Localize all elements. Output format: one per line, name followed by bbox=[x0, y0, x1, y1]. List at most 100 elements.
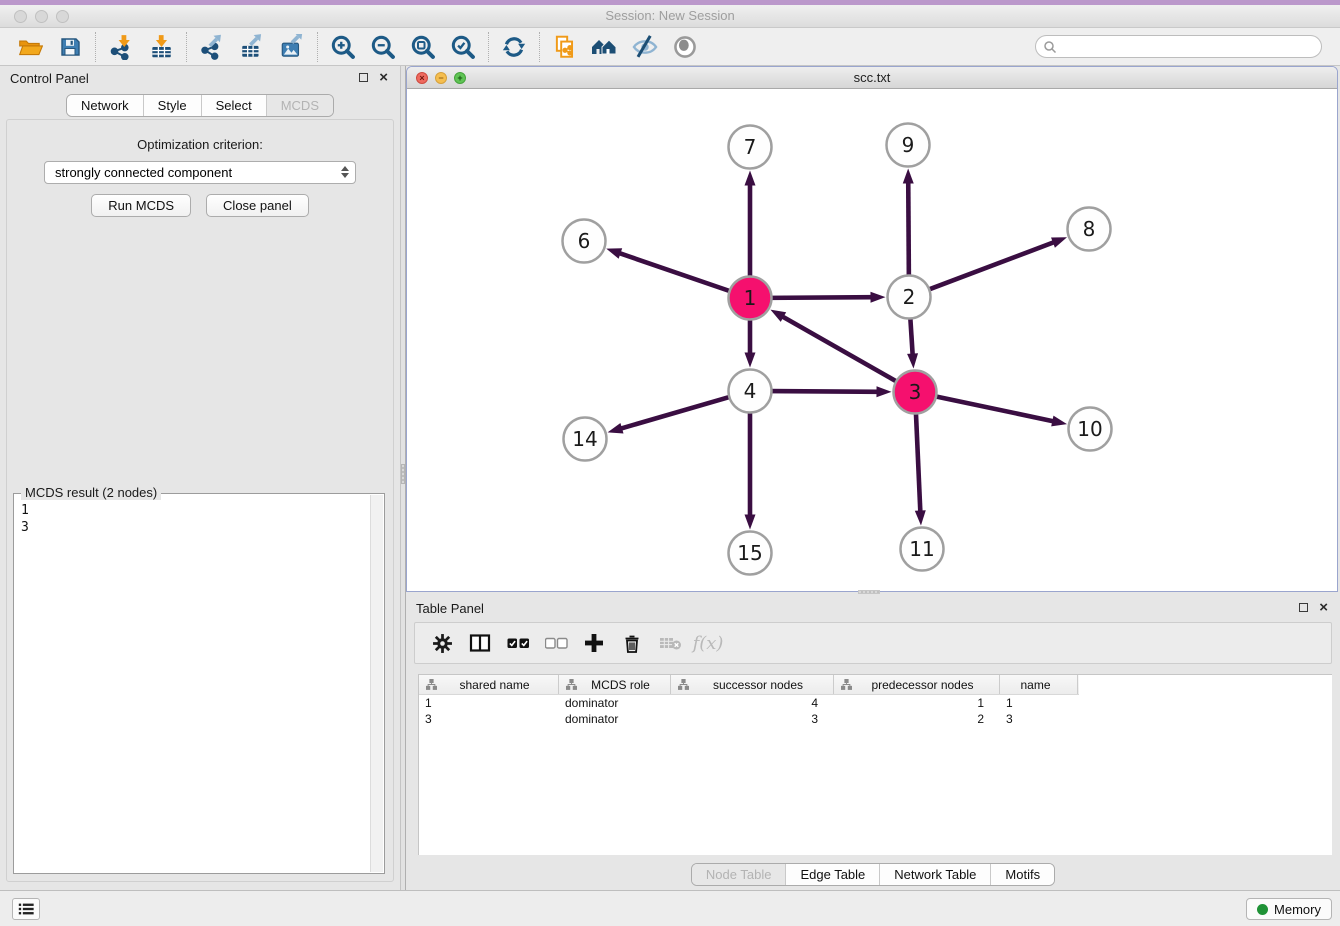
graph-edge-4-14[interactable] bbox=[608, 396, 733, 433]
graph-node-7[interactable]: 7 bbox=[729, 126, 772, 169]
column-header-shared-name[interactable]: shared name bbox=[419, 675, 559, 694]
minimize-network-button[interactable]: − bbox=[435, 72, 447, 84]
close-network-button[interactable]: × bbox=[416, 72, 428, 84]
graph-edge-4-15[interactable] bbox=[745, 410, 756, 530]
graph-node-11[interactable]: 11 bbox=[901, 528, 944, 571]
create-column-button[interactable] bbox=[575, 625, 613, 661]
table-cell[interactable]: 1 bbox=[419, 696, 559, 710]
hide-selected-button[interactable] bbox=[625, 30, 665, 64]
table-cell[interactable]: 3 bbox=[1000, 712, 1078, 726]
column-header-successor-nodes[interactable]: successor nodes bbox=[671, 675, 834, 694]
graph-edge-1-4[interactable] bbox=[745, 317, 756, 368]
table-cell[interactable]: dominator bbox=[559, 696, 671, 710]
close-table-panel-icon[interactable]: × bbox=[1319, 602, 1328, 613]
tab-network[interactable]: Network bbox=[67, 95, 143, 116]
tab-style[interactable]: Style bbox=[143, 95, 201, 116]
import-network-button[interactable] bbox=[101, 30, 141, 64]
show-panels-button[interactable] bbox=[12, 898, 40, 920]
show-column-button[interactable] bbox=[461, 625, 499, 661]
graph-node-3[interactable]: 3 bbox=[894, 371, 937, 414]
first-neighbors-button[interactable] bbox=[585, 30, 625, 64]
select-all-columns-button[interactable] bbox=[499, 625, 537, 661]
table-cell[interactable]: 3 bbox=[419, 712, 559, 726]
table-cell[interactable]: dominator bbox=[559, 712, 671, 726]
export-network-button[interactable] bbox=[192, 30, 232, 64]
graph-edge-3-10[interactable] bbox=[933, 396, 1067, 427]
open-session-button[interactable] bbox=[10, 30, 50, 64]
graph-edge-2-3[interactable] bbox=[907, 315, 918, 368]
minimize-window-button[interactable] bbox=[35, 10, 48, 23]
float-panel-icon[interactable] bbox=[359, 73, 368, 82]
function-builder-button[interactable]: f(x) bbox=[689, 625, 727, 661]
export-table-button[interactable] bbox=[232, 30, 272, 64]
delete-table-button[interactable] bbox=[651, 625, 689, 661]
graph-node-6[interactable]: 6 bbox=[563, 220, 606, 263]
table-cell[interactable]: 1 bbox=[834, 696, 1000, 710]
tab-mcds[interactable]: MCDS bbox=[266, 95, 333, 116]
table-tab-network-table[interactable]: Network Table bbox=[879, 864, 990, 885]
graph-edge-2-8[interactable] bbox=[926, 237, 1067, 290]
save-session-button[interactable] bbox=[50, 30, 90, 64]
table-cell[interactable]: 1 bbox=[1000, 696, 1078, 710]
run-mcds-button[interactable]: Run MCDS bbox=[91, 194, 191, 217]
network-graph[interactable]: 1 2 3 4 6 7 8 9 10 11 14 15 bbox=[407, 89, 1337, 592]
graph-edge-1-6[interactable] bbox=[606, 248, 732, 292]
graph-node-14[interactable]: 14 bbox=[564, 418, 607, 461]
graph-node-2[interactable]: 2 bbox=[888, 276, 931, 319]
table-cell[interactable]: 2 bbox=[834, 712, 1000, 726]
graph-edge-4-3[interactable] bbox=[768, 386, 891, 397]
delete-columns-button[interactable] bbox=[613, 625, 651, 661]
zoom-selected-button[interactable] bbox=[443, 30, 483, 64]
table-cell[interactable]: 4 bbox=[671, 696, 834, 710]
graph-node-8[interactable]: 8 bbox=[1068, 208, 1111, 251]
graph-node-4[interactable]: 4 bbox=[729, 370, 772, 413]
zoom-fit-button[interactable] bbox=[403, 30, 443, 64]
graph-node-10[interactable]: 10 bbox=[1069, 408, 1112, 451]
splitter-grip[interactable] bbox=[401, 464, 405, 484]
result-scrollbar[interactable] bbox=[370, 495, 383, 872]
table-row[interactable]: 1dominator411 bbox=[419, 695, 1332, 711]
column-header-predecessor-nodes[interactable]: predecessor nodes bbox=[834, 675, 1000, 694]
network-canvas[interactable]: 1 2 3 4 6 7 8 9 10 11 14 15 bbox=[407, 89, 1337, 591]
optimization-criterion-dropdown[interactable]: strongly connected component bbox=[44, 161, 356, 184]
zoom-window-button[interactable] bbox=[56, 10, 69, 23]
search-box[interactable] bbox=[1035, 35, 1322, 58]
tab-select[interactable]: Select bbox=[201, 95, 266, 116]
import-table-button[interactable] bbox=[141, 30, 181, 64]
table-tab-node-table[interactable]: Node Table bbox=[692, 864, 786, 885]
table-tab-motifs[interactable]: Motifs bbox=[990, 864, 1054, 885]
graph-edge-2-9[interactable] bbox=[903, 168, 914, 278]
close-panel-icon[interactable]: × bbox=[379, 72, 388, 83]
graph-node-1[interactable]: 1 bbox=[729, 277, 772, 320]
maximize-network-button[interactable]: + bbox=[454, 72, 466, 84]
graph-node-15[interactable]: 15 bbox=[729, 532, 772, 575]
node-table[interactable]: shared nameMCDS rolesuccessor nodesprede… bbox=[418, 674, 1332, 855]
table-panel-title: Table Panel bbox=[416, 601, 484, 616]
close-window-button[interactable] bbox=[14, 10, 27, 23]
float-table-panel-icon[interactable] bbox=[1299, 603, 1308, 612]
show-all-button[interactable] bbox=[665, 30, 705, 64]
graph-edge-1-2[interactable] bbox=[768, 292, 885, 303]
network-window-titlebar[interactable]: × − + scc.txt bbox=[407, 67, 1337, 89]
new-network-from-selection-button[interactable] bbox=[545, 30, 585, 64]
close-panel-button[interactable]: Close panel bbox=[206, 194, 309, 217]
table-row[interactable]: 3dominator323 bbox=[419, 711, 1332, 727]
search-input[interactable] bbox=[1057, 39, 1314, 54]
zoom-out-icon bbox=[369, 33, 397, 61]
graph-node-9[interactable]: 9 bbox=[887, 124, 930, 167]
graph-edge-1-7[interactable] bbox=[745, 171, 756, 280]
column-settings-button[interactable] bbox=[423, 625, 461, 661]
graph-edge-3-1[interactable] bbox=[770, 310, 899, 383]
zoom-out-button[interactable] bbox=[363, 30, 403, 64]
zoom-in-button[interactable] bbox=[323, 30, 363, 64]
memory-button[interactable]: Memory bbox=[1246, 898, 1332, 920]
table-tab-edge-table[interactable]: Edge Table bbox=[785, 864, 879, 885]
unselect-all-columns-button[interactable] bbox=[537, 625, 575, 661]
table-cell[interactable]: 3 bbox=[671, 712, 834, 726]
column-header-MCDS-role[interactable]: MCDS role bbox=[559, 675, 671, 694]
export-image-button[interactable] bbox=[272, 30, 312, 64]
horizontal-splitter-grip[interactable] bbox=[858, 590, 880, 594]
column-header-name[interactable]: name bbox=[1000, 675, 1078, 694]
graph-edge-3-11[interactable] bbox=[915, 410, 926, 525]
apply-preferred-layout-button[interactable] bbox=[494, 30, 534, 64]
